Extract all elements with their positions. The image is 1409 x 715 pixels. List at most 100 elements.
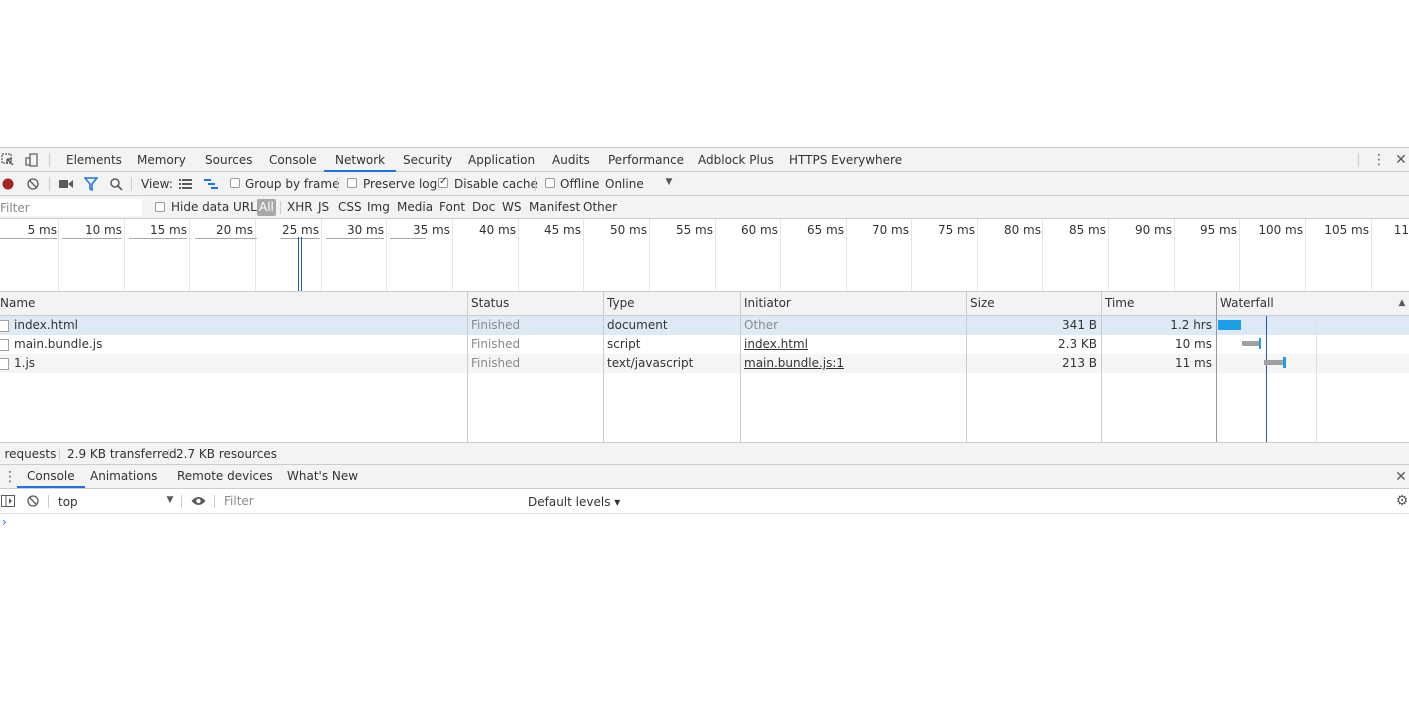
drawer-tab-console[interactable]: Console [17,465,85,488]
waterfall-bar[interactable] [1259,338,1261,349]
throttling-select[interactable]: Online [605,177,644,191]
tab-audits[interactable]: Audits [552,148,590,172]
network-overview[interactable]: 5 ms 10 ms 15 ms 20 ms 25 ms 30 ms 35 ms… [0,219,1409,292]
column-header-size[interactable]: Size [967,292,995,315]
overview-tick-label: 45 ms [543,223,581,237]
tab-network[interactable]: Network [324,148,397,172]
inspect-element-icon[interactable] [1,153,15,167]
column-header-time[interactable]: Time [1102,292,1134,315]
type-filter-js[interactable]: JS [318,196,329,218]
request-initiator: Other [744,318,779,332]
table-row[interactable]: main.bundle.js Finished script index.htm… [0,335,1409,354]
eye-icon[interactable] [191,496,206,506]
overview-tick-label: 10 ms [84,223,122,237]
console-toolbar: top ▼ Default levels ▾ ⚙ [0,489,1409,514]
table-row[interactable]: 1.js Finished text/javascript main.bundl… [0,354,1409,373]
close-drawer-icon[interactable]: ✕ [1394,470,1408,484]
overview-tick-label: 75 ms [937,223,975,237]
overview-request-bar [326,238,384,239]
waterfall-bar[interactable] [1218,320,1241,330]
script-icon [0,339,9,351]
console-prompt[interactable]: › [2,515,7,529]
disable-cache-label: Disable cache [454,177,538,191]
type-filter-xhr[interactable]: XHR [287,196,313,218]
request-initiator-link[interactable]: index.html [744,335,808,354]
tab-console[interactable]: Console [269,148,317,172]
overview-request-bar [0,238,57,239]
log-levels-dropdown[interactable]: Default levels ▾ [528,495,620,509]
preserve-log-checkbox[interactable] [347,178,357,188]
tab-security[interactable]: Security [403,148,452,172]
request-name[interactable]: 1.js [14,354,464,373]
column-header-waterfall[interactable]: Waterfall [1217,292,1274,315]
drawer-menu-icon[interactable]: ⋮ [3,470,17,484]
overview-dom-content-loaded-marker [298,237,299,291]
tab-adblock-plus[interactable]: Adblock Plus [698,148,774,172]
large-rows-icon[interactable] [179,178,193,190]
type-filter-media[interactable]: Media [397,196,433,218]
column-header-type[interactable]: Type [604,292,635,315]
table-row[interactable]: index.html Finished document Other 341 B… [0,316,1409,335]
request-initiator-link[interactable]: main.bundle.js:1 [744,354,844,373]
device-toolbar-icon[interactable] [25,153,39,167]
more-menu-icon[interactable]: ⋮ [1372,153,1386,167]
search-icon[interactable] [109,177,123,191]
camera-icon[interactable] [59,179,73,189]
overview-waterfall-icon[interactable] [204,178,218,190]
type-filter-css[interactable]: CSS [338,196,362,218]
sort-ascending-icon[interactable]: ▲ [1397,299,1407,309]
devtools-panel: Elements Memory Sources Console Network … [0,147,1409,715]
tab-sources[interactable]: Sources [205,148,252,172]
close-devtools-icon[interactable]: ✕ [1394,153,1408,167]
hide-data-urls-checkbox[interactable] [155,202,165,212]
clear-console-icon[interactable] [27,495,39,507]
chevron-down-icon[interactable]: ▼ [665,178,673,188]
column-header-name[interactable]: Name [0,292,35,315]
chevron-down-icon[interactable]: ▼ [166,496,174,506]
tab-memory[interactable]: Memory [137,148,186,172]
request-table: Name Status Type Initiator Size Time Wat… [0,292,1409,442]
overview-request-bar [62,238,122,239]
waterfall-bar[interactable] [1264,360,1283,365]
group-by-frame-checkbox[interactable] [230,178,240,188]
filter-input[interactable] [0,199,142,216]
summary-bar: 3 requests 2.9 KB transferred 2.7 KB res… [0,442,1409,465]
record-icon[interactable] [2,178,14,190]
overview-tick-label: 85 ms [1068,223,1106,237]
type-filter-all[interactable]: All [257,199,276,216]
overview-request-bar [280,238,320,239]
tab-elements[interactable]: Elements [66,148,122,172]
filter-bar: Hide data URLs All XHR JS CSS Img Media … [0,196,1409,219]
overview-tick-label: 30 ms [346,223,384,237]
drawer-tab-whats-new[interactable]: What's New [287,465,358,488]
clear-icon[interactable] [27,178,39,190]
type-filter-doc[interactable]: Doc [472,196,495,218]
drawer-tab-animations[interactable]: Animations [90,465,157,488]
type-filter-ws[interactable]: WS [502,196,521,218]
overview-tick-label: 65 ms [806,223,844,237]
context-selector[interactable]: top [58,495,78,509]
column-header-initiator[interactable]: Initiator [741,292,791,315]
tab-https-everywhere[interactable]: HTTPS Everywhere [789,148,902,172]
tab-performance[interactable]: Performance [608,148,684,172]
filter-icon[interactable] [83,177,99,192]
disable-cache-checkbox[interactable] [438,176,448,188]
type-filter-manifest[interactable]: Manifest [529,196,580,218]
column-header-status[interactable]: Status [468,292,509,315]
request-name[interactable]: index.html [14,316,464,335]
drawer-tab-remote-devices[interactable]: Remote devices [177,465,273,488]
console-sidebar-icon[interactable] [1,495,15,507]
type-filter-img[interactable]: Img [367,196,390,218]
waterfall-bar[interactable] [1283,357,1286,368]
overview-tick-label: 100 ms [1258,223,1303,237]
request-type: document [607,318,668,332]
type-filter-font[interactable]: Font [439,196,465,218]
offline-checkbox[interactable] [545,178,555,188]
type-filter-other[interactable]: Other [583,196,617,218]
waterfall-bar[interactable] [1242,341,1259,346]
gear-icon[interactable]: ⚙ [1395,494,1409,508]
console-filter-input[interactable] [220,492,520,510]
request-name[interactable]: main.bundle.js [14,335,464,354]
request-status: Finished [471,337,521,351]
tab-application[interactable]: Application [468,148,535,172]
